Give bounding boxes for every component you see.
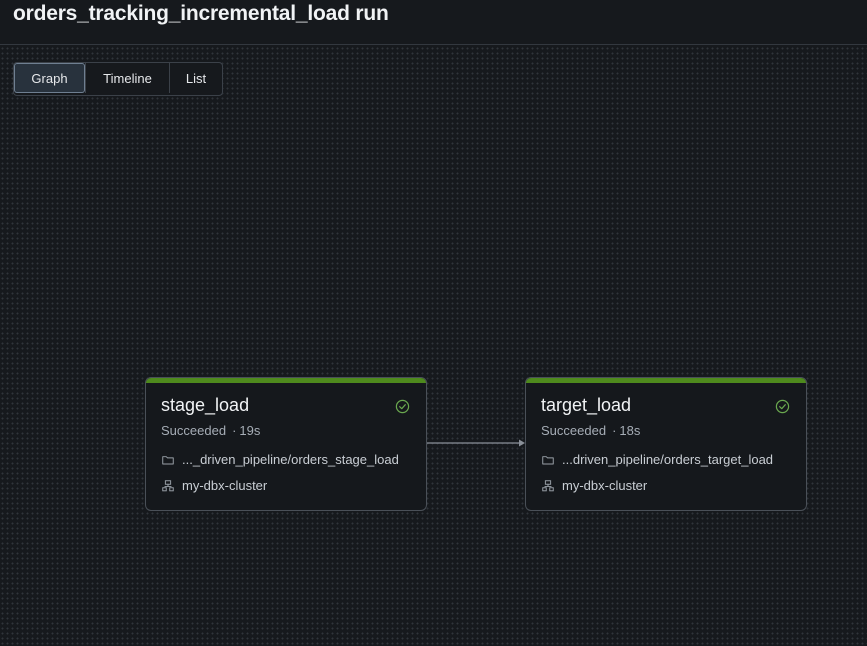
check-circle-icon	[775, 399, 790, 414]
status-bar	[146, 378, 426, 383]
task-status-line: Succeeded · 18s	[541, 423, 640, 438]
cluster-name: my-dbx-cluster	[562, 478, 648, 493]
notebook-path-row[interactable]: ..._driven_pipeline/orders_stage_load	[161, 452, 399, 467]
graph-canvas[interactable]	[0, 46, 867, 646]
cluster-row[interactable]: my-dbx-cluster	[541, 478, 647, 493]
tab-graph[interactable]: Graph	[14, 63, 85, 93]
task-status: Succeeded	[541, 423, 607, 438]
view-tabs: Graph Timeline List	[13, 62, 223, 96]
task-status: Succeeded	[161, 423, 227, 438]
folder-icon	[542, 455, 554, 465]
separator-dot: ·	[232, 423, 237, 438]
tab-timeline[interactable]: Timeline	[85, 63, 169, 93]
separator-dot: ·	[612, 423, 617, 438]
cluster-icon	[542, 479, 554, 491]
notebook-path: ...driven_pipeline/orders_target_load	[562, 452, 774, 467]
notebook-path: ..._driven_pipeline/orders_stage_load	[182, 452, 399, 467]
task-card-stage-load[interactable]: stage_load Succeeded · 19s ..._driven_pipe…	[145, 377, 427, 511]
task-name: target_load	[541, 395, 632, 415]
task-status-line: Succeeded · 19s	[161, 423, 260, 438]
cluster-icon	[162, 479, 174, 491]
cluster-name: my-dbx-cluster	[182, 478, 268, 493]
task-duration: 19s	[239, 423, 261, 438]
check-circle-icon	[395, 399, 410, 414]
page-header: orders_tracking_incremental_load run	[0, 0, 867, 45]
status-bar	[526, 378, 806, 383]
notebook-path-row[interactable]: ...driven_pipeline/orders_target_load	[541, 452, 773, 467]
task-duration: 18s	[619, 423, 641, 438]
task-name: stage_load	[161, 395, 250, 415]
page-title: orders_tracking_incremental_load run	[13, 2, 389, 25]
task-card-target-load[interactable]: target_load Succeeded · 18s ...driven_pipe…	[525, 377, 807, 511]
cluster-row[interactable]: my-dbx-cluster	[161, 478, 267, 493]
tab-list[interactable]: List	[169, 63, 222, 93]
folder-icon	[162, 455, 174, 465]
